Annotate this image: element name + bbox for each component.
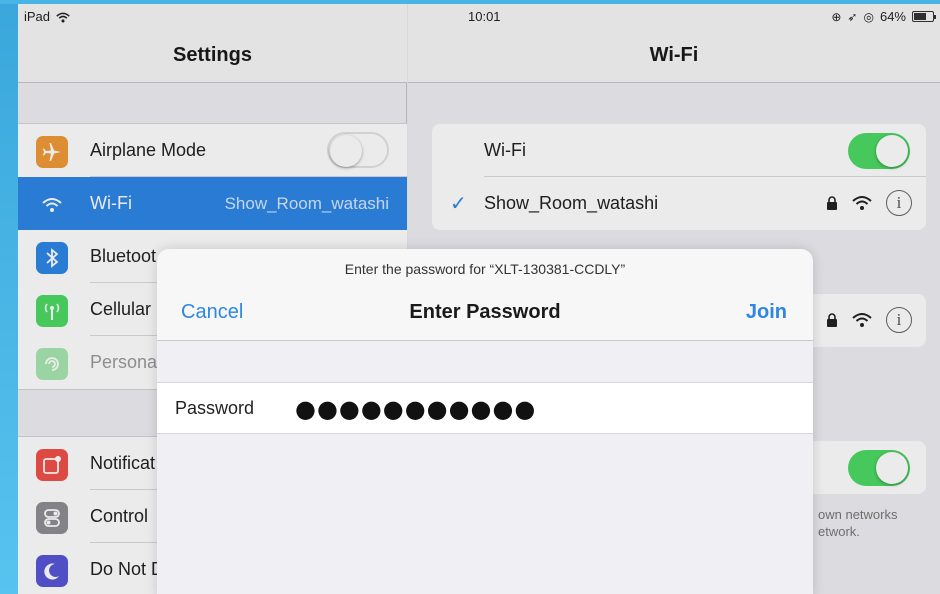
dialog-title: Enter Password bbox=[409, 301, 561, 323]
background-frame-left bbox=[0, 0, 18, 594]
dialog-body: Password bbox=[157, 341, 813, 594]
password-prompt: Enter the password for “XLT-130381-CCDLY… bbox=[344, 261, 626, 277]
password-input[interactable] bbox=[295, 392, 595, 426]
cancel-button[interactable]: Cancel bbox=[181, 301, 243, 324]
join-button[interactable]: Join bbox=[746, 301, 787, 324]
password-dialog: Enter the password for “XLT-130381-CCDLY… bbox=[157, 249, 813, 594]
password-row: Password bbox=[157, 382, 813, 434]
password-label: Password bbox=[175, 398, 255, 418]
